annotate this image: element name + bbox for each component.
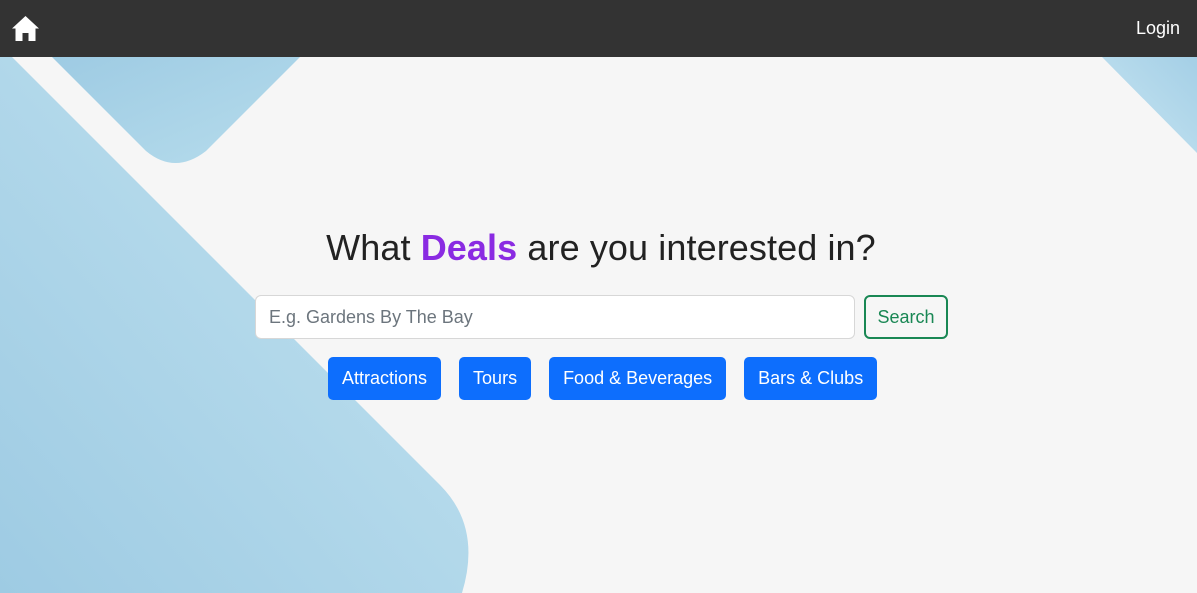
category-attractions-button[interactable]: Attractions (328, 357, 442, 400)
category-bars-clubs-button[interactable]: Bars & Clubs (744, 357, 878, 400)
category-buttons: Attractions Tours Food & Beverages Bars … (328, 357, 878, 400)
page-title: What Deals are you interested in? (326, 227, 876, 268)
login-link[interactable]: Login (1136, 18, 1180, 39)
search-button[interactable]: Search (864, 295, 948, 339)
top-navbar: Login (0, 0, 1197, 57)
hero-section: What Deals are you interested in? Search… (0, 57, 1197, 593)
home-link[interactable] (11, 15, 40, 42)
search-input[interactable] (255, 295, 855, 339)
home-icon (12, 16, 39, 41)
category-tours-button[interactable]: Tours (459, 357, 532, 400)
category-food-beverages-button[interactable]: Food & Beverages (549, 357, 727, 400)
title-accent: Deals (420, 227, 518, 268)
